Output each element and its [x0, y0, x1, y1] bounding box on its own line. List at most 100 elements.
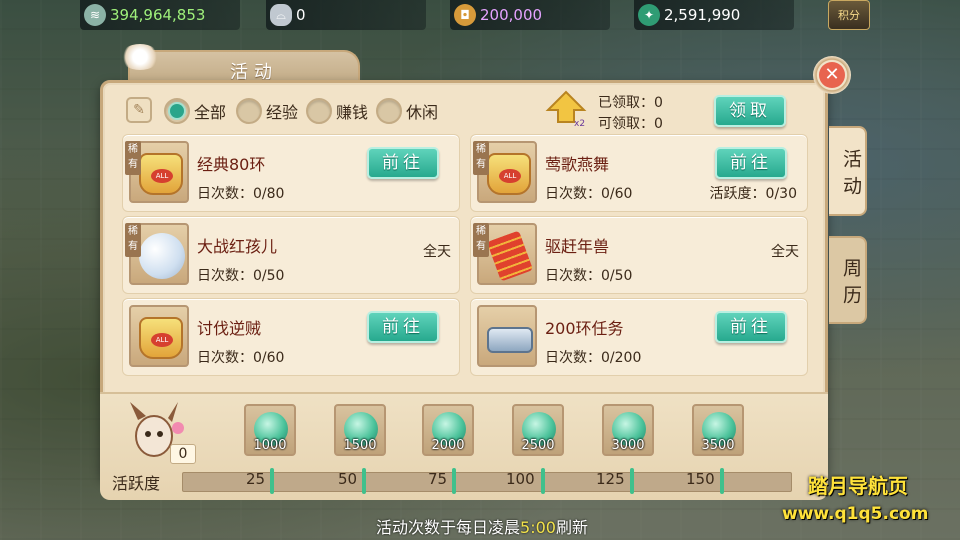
- filter-exp[interactable]: 经验: [236, 96, 298, 126]
- activity-card[interactable]: 200环任务 日次数：0/200 前往: [470, 298, 808, 376]
- activity-thumb: ALL: [129, 305, 189, 367]
- reward-value: 1000: [253, 438, 287, 453]
- jade-counter: ✦ 2,591,990: [634, 0, 794, 30]
- go-button[interactable]: 前往: [715, 147, 787, 179]
- reward-chest-3500[interactable]: 3500: [692, 404, 744, 456]
- tick-label: 125: [596, 470, 625, 488]
- filter-money[interactable]: 赚钱: [306, 96, 368, 126]
- activity-count: 日次数：0/50: [197, 268, 285, 284]
- filter-all-label: 全部: [194, 103, 227, 122]
- activity-name: 驱赶年兽: [545, 237, 610, 256]
- points-button[interactable]: 积分: [828, 0, 870, 30]
- close-icon: ✕: [819, 62, 845, 88]
- refresh-suffix: 刷新: [555, 518, 588, 537]
- ingot-value: 0: [296, 6, 306, 24]
- activity-card[interactable]: ALL 稀有 莺歌燕舞 日次数：0/60 活跃度：0/30 前往: [470, 134, 808, 212]
- tick-marker: [362, 468, 366, 494]
- go-button[interactable]: 前往: [715, 311, 787, 343]
- panel-title-tab: 活动: [128, 50, 360, 84]
- tab-activity[interactable]: 活动: [829, 126, 867, 216]
- activity-card[interactable]: ALL 讨伐逆贼 日次数：0/60 前往: [122, 298, 460, 376]
- double-badge: x2: [574, 119, 585, 128]
- claimed-count: 已领取：0: [598, 95, 663, 111]
- reward-chest-1000[interactable]: 1000: [244, 404, 296, 456]
- tick-label: 150: [686, 470, 715, 488]
- reward-chest-3000[interactable]: 3000: [602, 404, 654, 456]
- rare-tag: 稀有: [473, 223, 489, 257]
- refresh-prefix: 活动次数于每日凌晨: [376, 518, 521, 537]
- tick-label: 50: [338, 470, 358, 488]
- close-button[interactable]: ✕: [813, 56, 851, 94]
- filter-leisure-label: 休闲: [406, 103, 439, 122]
- double-reward-icon: x2: [545, 90, 587, 128]
- silver-value: 394,964,853: [110, 6, 206, 24]
- reward-chest-2500[interactable]: 2500: [512, 404, 564, 456]
- tick-marker: [630, 468, 634, 494]
- rare-tag: 稀有: [125, 223, 141, 257]
- activity-bar-label: 活跃度: [112, 474, 161, 493]
- activity-count: 日次数：0/50: [545, 268, 633, 284]
- filter-money-label: 赚钱: [336, 103, 369, 122]
- points-label: 积分: [838, 9, 860, 22]
- activity-name: 200环任务: [545, 319, 624, 338]
- radio-exp[interactable]: [236, 98, 262, 124]
- radio-money[interactable]: [306, 98, 332, 124]
- tick-label: 75: [428, 470, 448, 488]
- radio-all[interactable]: [164, 98, 190, 124]
- go-button[interactable]: 前往: [367, 311, 439, 343]
- tab-weekly-calendar[interactable]: 周历: [829, 236, 867, 324]
- coin-value: 200,000: [480, 6, 543, 24]
- activity-thumb: [477, 305, 537, 367]
- filter-all[interactable]: 全部: [164, 96, 226, 126]
- watermark-url: www.q1q5.com: [782, 504, 929, 524]
- tick-marker: [270, 468, 274, 494]
- reward-value: 2000: [431, 438, 465, 453]
- firecracker-icon: [486, 230, 534, 282]
- coin-counter: ◘ 200,000: [450, 0, 610, 30]
- activity-name: 大战红孩儿: [197, 237, 278, 256]
- activity-count: 日次数：0/80: [197, 186, 285, 202]
- filter-leisure[interactable]: 休闲: [376, 96, 438, 126]
- claimable-count: 可领取：0: [598, 116, 663, 132]
- rare-tag: 稀有: [125, 141, 141, 175]
- lucky-bag-icon: ALL: [487, 153, 531, 195]
- lucky-bag-icon: ALL: [139, 317, 183, 359]
- go-button[interactable]: 前往: [367, 147, 439, 179]
- tick-marker: [452, 468, 456, 494]
- coin-icon: ◘: [454, 4, 476, 26]
- reward-value: 3000: [611, 438, 645, 453]
- refresh-note: 活动次数于每日凌晨5:00刷新: [376, 514, 588, 538]
- jade-value: 2,591,990: [664, 6, 741, 24]
- watermark-title: 踏月导航页: [808, 474, 908, 498]
- filter-exp-label: 经验: [266, 103, 299, 122]
- ingot-icon: ⌓: [270, 4, 292, 26]
- tick-marker: [541, 468, 545, 494]
- claim-button[interactable]: 领取: [714, 95, 786, 127]
- silver-ship-icon: [487, 327, 533, 353]
- reward-chest-2000[interactable]: 2000: [422, 404, 474, 456]
- reward-value: 3500: [701, 438, 735, 453]
- activity-card[interactable]: ALL 稀有 经典80环 日次数：0/80 前往: [122, 134, 460, 212]
- tick-label: 25: [246, 470, 266, 488]
- ingot-counter: ⌓ 0: [266, 0, 426, 30]
- activity-card[interactable]: 稀有 大战红孩儿 日次数：0/50 全天: [122, 216, 460, 294]
- rare-tag: 稀有: [473, 141, 489, 175]
- activity-count: 日次数：0/200: [545, 350, 642, 366]
- jade-icon: ✦: [638, 4, 660, 26]
- activity-name: 莺歌燕舞: [545, 155, 610, 174]
- tick-marker: [720, 468, 724, 494]
- filter-lock-icon[interactable]: ✎: [126, 97, 152, 123]
- activity-count: 日次数：0/60: [545, 186, 633, 202]
- activity-score: 活跃度：0/30: [709, 186, 797, 202]
- lucky-bag-icon: ALL: [139, 153, 183, 195]
- reward-chest-1500[interactable]: 1500: [334, 404, 386, 456]
- activity-card[interactable]: 稀有 驱赶年兽 日次数：0/50 全天: [470, 216, 808, 294]
- radio-leisure[interactable]: [376, 98, 402, 124]
- activity-time: 全天: [423, 244, 451, 260]
- activity-time: 全天: [771, 244, 799, 260]
- activity-name: 经典80环: [197, 155, 266, 174]
- activity-name: 讨伐逆贼: [197, 319, 262, 338]
- reward-value: 2500: [521, 438, 555, 453]
- refresh-time: 5:00: [520, 518, 556, 537]
- lotus-decoration-icon: [120, 44, 160, 70]
